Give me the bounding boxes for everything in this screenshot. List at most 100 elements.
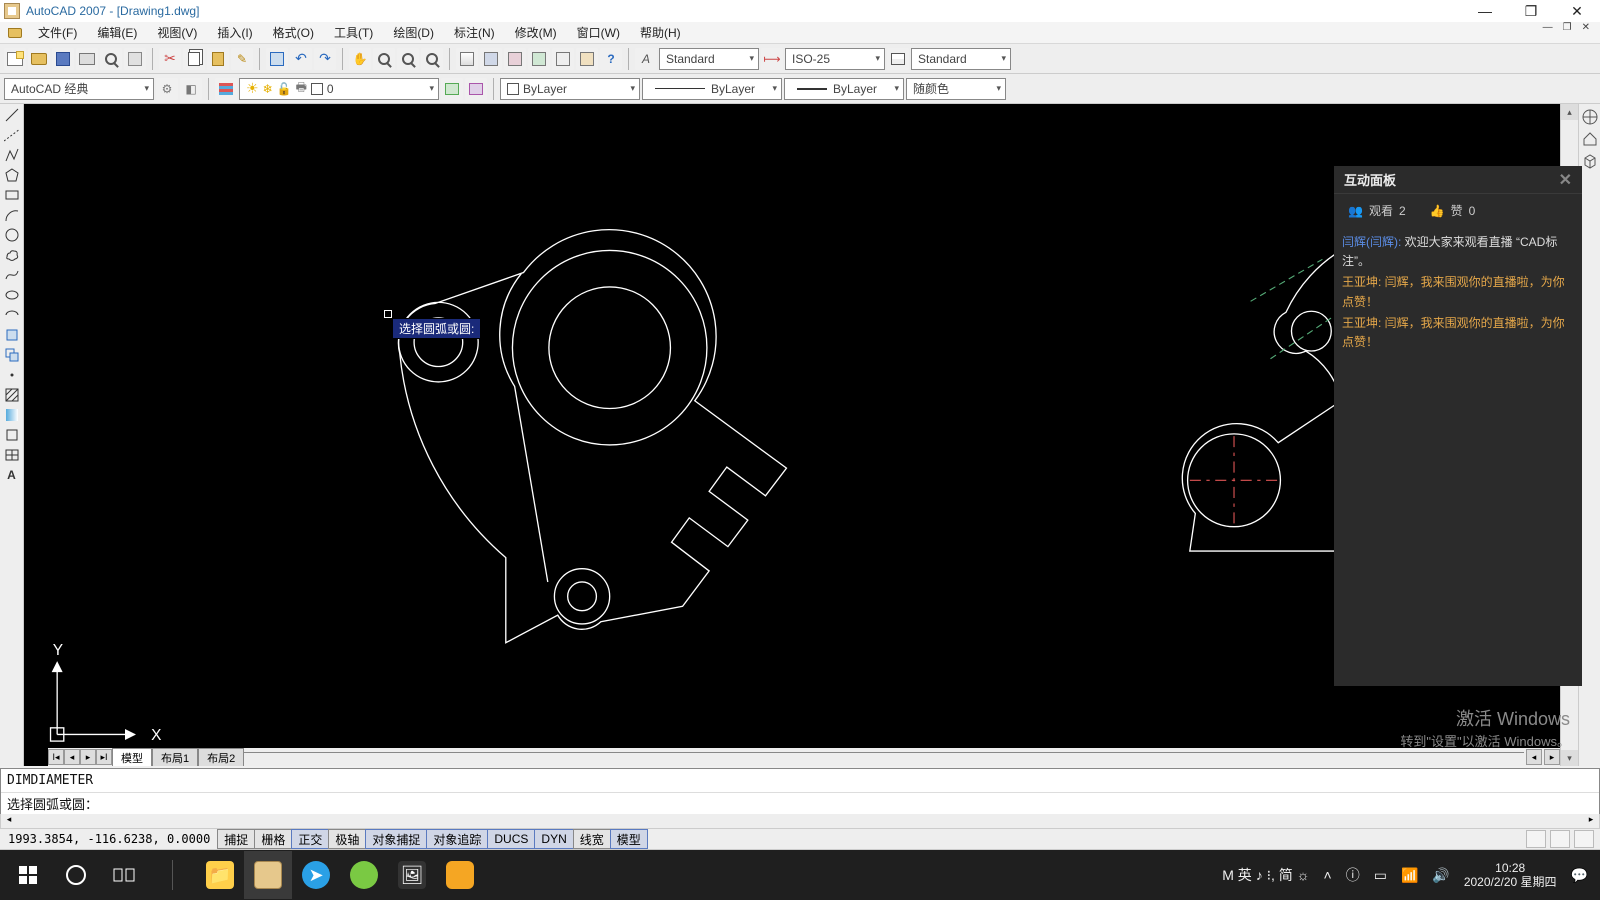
photos-taskbar[interactable]: 🖼 — [388, 851, 436, 899]
table-tool[interactable] — [2, 446, 22, 464]
region-tool[interactable] — [2, 426, 22, 444]
menu-view[interactable]: 视图(V) — [147, 22, 207, 44]
task-view-button[interactable] — [100, 851, 148, 899]
menu-help[interactable]: 帮助(H) — [630, 22, 691, 44]
taskbar-clock[interactable]: 10:28 2020/2/20 星期四 — [1464, 861, 1557, 890]
scroll-up[interactable]: ▴ — [1561, 104, 1578, 120]
menu-edit[interactable]: 编辑(E) — [87, 22, 147, 44]
drawing-canvas[interactable]: X Y 选择圆弧或圆: I◂ ◂ ▸ ▸I 模型 布局1 布局2 ◂ ▸ — [24, 104, 1560, 766]
help-button[interactable]: ? — [600, 48, 622, 70]
model-toggle[interactable]: 模型 — [610, 829, 648, 849]
clean-screen-icon[interactable] — [1574, 830, 1594, 848]
make-block-tool[interactable] — [2, 346, 22, 364]
tab-last-button[interactable]: ▸I — [96, 749, 112, 765]
quickcalc-button[interactable] — [576, 48, 598, 70]
minimize-button[interactable]: — — [1462, 0, 1508, 22]
match-prop-button[interactable]: ✎ — [231, 48, 253, 70]
insert-block-tool[interactable] — [2, 326, 22, 344]
layer-properties-button[interactable] — [215, 78, 237, 100]
snap-toggle[interactable]: 捕捉 — [217, 829, 255, 849]
table-style-combo[interactable]: Standard▾ — [911, 48, 1011, 70]
polar-toggle[interactable]: 极轴 — [328, 829, 366, 849]
menu-draw[interactable]: 绘图(D) — [383, 22, 444, 44]
pan-button[interactable]: ✋ — [349, 48, 371, 70]
plotstyle-combo[interactable]: 随颜色▾ — [906, 78, 1006, 100]
maximize-button[interactable]: ❐ — [1508, 0, 1554, 22]
menu-window[interactable]: 窗口(W) — [567, 22, 630, 44]
spline-tool[interactable] — [2, 266, 22, 284]
undo-button[interactable]: ↶ — [290, 48, 312, 70]
zoom-previous-button[interactable] — [421, 48, 443, 70]
print-preview-button[interactable] — [100, 48, 122, 70]
ellipse-tool[interactable] — [2, 286, 22, 304]
zoom-realtime-button[interactable] — [373, 48, 395, 70]
rectangle-tool[interactable] — [2, 186, 22, 204]
designcenter-button[interactable] — [480, 48, 502, 70]
grid-toggle[interactable]: 栅格 — [254, 829, 292, 849]
menu-dimension[interactable]: 标注(N) — [444, 22, 505, 44]
wifi-icon[interactable]: 📶 — [1401, 867, 1418, 884]
tab-layout2[interactable]: 布局2 — [198, 748, 244, 766]
layer-previous-button[interactable] — [441, 78, 463, 100]
layer-states-button[interactable] — [465, 78, 487, 100]
cursor-coordinates[interactable]: 1993.3854, -116.6238, 0.0000 — [0, 832, 218, 846]
lwt-toggle[interactable]: 线宽 — [573, 829, 611, 849]
app-blue-taskbar[interactable]: ➤ — [292, 851, 340, 899]
hscroll-right[interactable]: ▸ — [1544, 749, 1560, 765]
polyline-tool[interactable] — [2, 146, 22, 164]
text-style-combo[interactable]: Standard▾ — [659, 48, 759, 70]
dyn-toggle[interactable]: DYN — [534, 829, 573, 849]
cut-button[interactable]: ✂ — [159, 48, 181, 70]
workspace-settings-button[interactable]: ⚙ — [156, 78, 178, 100]
ime-indicator[interactable]: M 英 ♪ ⁝, 简 ☼ — [1222, 865, 1309, 885]
annotation-scale-icon[interactable] — [1526, 830, 1546, 848]
action-center-icon[interactable]: 💬 — [1571, 867, 1588, 884]
workspace-combo[interactable]: AutoCAD 经典▾ — [4, 78, 154, 100]
gradient-tool[interactable] — [2, 406, 22, 424]
save-button[interactable] — [52, 48, 74, 70]
menu-modify[interactable]: 修改(M) — [505, 22, 567, 44]
app-orange-taskbar[interactable] — [436, 851, 484, 899]
dim-style-icon[interactable]: ⟼ — [761, 48, 783, 70]
cortana-button[interactable] — [52, 851, 100, 899]
sheetset-button[interactable] — [528, 48, 550, 70]
mtext-tool[interactable]: A — [2, 466, 22, 484]
osnap-toggle[interactable]: 对象捕捉 — [365, 829, 427, 849]
paste-button[interactable] — [207, 48, 229, 70]
layer-combo[interactable]: ☀ ❄ 🔓 🖶 0 ▾ — [239, 78, 439, 100]
app-menu-icon[interactable] — [6, 24, 24, 42]
revcloud-tool[interactable] — [2, 246, 22, 264]
polygon-tool[interactable] — [2, 166, 22, 184]
color-combo[interactable]: ByLayer▾ — [500, 78, 640, 100]
battery-icon[interactable]: ▭ — [1374, 867, 1387, 884]
tab-first-button[interactable]: I◂ — [48, 749, 64, 765]
new-button[interactable] — [4, 48, 26, 70]
publish-button[interactable] — [124, 48, 146, 70]
linetype-combo[interactable]: ByLayer▾ — [642, 78, 782, 100]
command-window[interactable]: DIMDIAMETER 选择圆弧或圆： — [0, 768, 1600, 816]
ortho-toggle[interactable]: 正交 — [291, 829, 329, 849]
menu-tools[interactable]: 工具(T) — [324, 22, 383, 44]
open-button[interactable] — [28, 48, 50, 70]
block-editor-button[interactable] — [266, 48, 288, 70]
workspace-lock-button[interactable]: ◧ — [180, 78, 202, 100]
panel-close-button[interactable]: ✕ — [1559, 170, 1572, 190]
tab-model[interactable]: 模型 — [112, 748, 152, 766]
nav-compass-icon[interactable] — [1581, 108, 1599, 126]
nav-cube-icon[interactable] — [1581, 152, 1599, 170]
dim-style-combo[interactable]: ISO-25▾ — [785, 48, 885, 70]
lock-ui-icon[interactable] — [1550, 830, 1570, 848]
print-button[interactable] — [76, 48, 98, 70]
hscroll-left[interactable]: ◂ — [1526, 749, 1542, 765]
location-icon[interactable]: ⓘ — [1346, 865, 1360, 885]
tab-layout1[interactable]: 布局1 — [152, 748, 198, 766]
scroll-down[interactable]: ▾ — [1561, 750, 1578, 766]
arc-tool[interactable] — [2, 206, 22, 224]
zoom-window-button[interactable] — [397, 48, 419, 70]
construction-line-tool[interactable] — [2, 126, 22, 144]
doc-close[interactable]: ✕ — [1582, 22, 1590, 33]
tab-next-button[interactable]: ▸ — [80, 749, 96, 765]
start-button[interactable] — [4, 851, 52, 899]
file-explorer-taskbar[interactable]: 📁 — [196, 851, 244, 899]
hatch-tool[interactable] — [2, 386, 22, 404]
